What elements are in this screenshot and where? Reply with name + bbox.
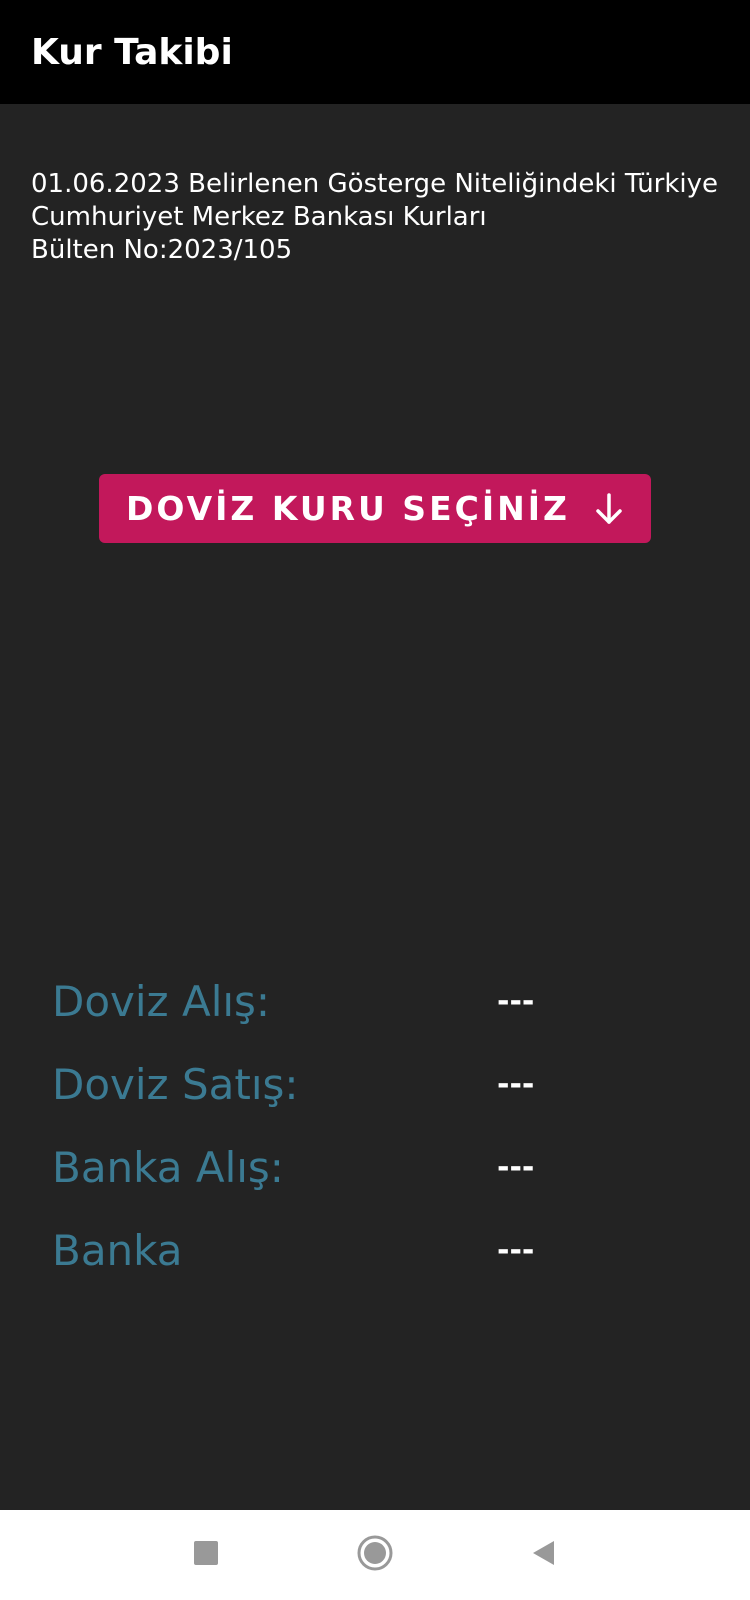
triangle-back-icon [530,1539,556,1571]
banka-satis-label: Banka [52,1226,183,1275]
back-button[interactable] [518,1530,568,1580]
app-bar: Kur Takibi [0,0,750,104]
main-content: 01.06.2023 Belirlenen Gösterge Niteliğin… [0,104,750,1510]
select-currency-button[interactable]: DOVİZ KURU SEÇİNİZ [99,474,651,543]
app-title: Kur Takibi [31,32,233,73]
circle-icon [356,1534,394,1576]
doviz-alis-label: Doviz Alış: [52,977,271,1026]
doviz-satis-value: --- [497,1067,535,1102]
recents-button[interactable] [181,1530,231,1580]
doviz-satis-label: Doviz Satış: [52,1060,299,1109]
arrow-down-icon [594,492,624,526]
system-nav-bar [0,1510,750,1600]
bulletin-line-bank: Cumhuriyet Merkez Bankası Kurları [31,202,487,232]
bulletin-number: Bülten No:2023/105 [31,235,293,265]
banka-alis-label: Banka Alış: [52,1143,284,1192]
bulletin-info: 01.06.2023 Belirlenen Gösterge Niteliğin… [31,168,731,267]
select-currency-label: DOVİZ KURU SEÇİNİZ [126,489,570,528]
doviz-alis-value: --- [497,984,535,1019]
banka-alis-value: --- [497,1150,535,1185]
home-button[interactable] [350,1530,400,1580]
square-icon [193,1540,219,1570]
banka-satis-value: --- [497,1233,535,1268]
bulletin-line-date: 01.06.2023 Belirlenen Gösterge Niteliğin… [31,169,719,199]
